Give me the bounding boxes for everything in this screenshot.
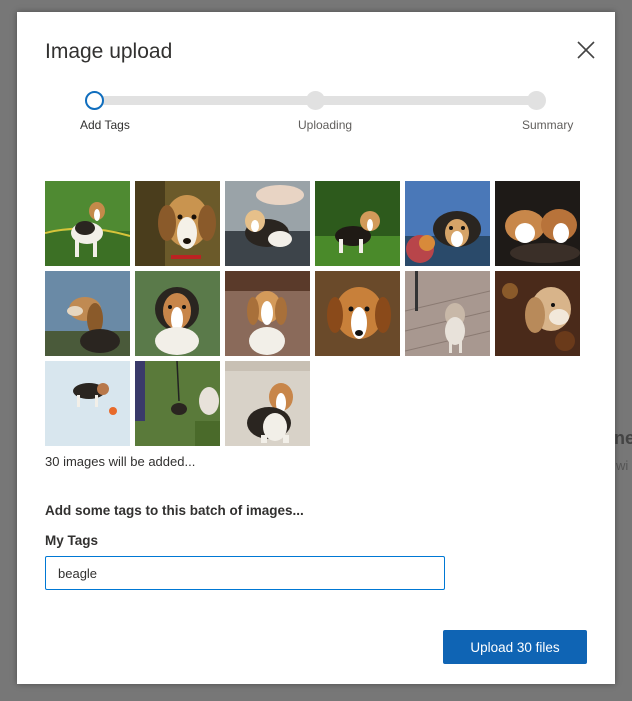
dog-photo-icon [135,271,220,356]
image-thumbnail[interactable] [225,181,310,266]
dialog-title: Image upload [45,40,173,63]
image-upload-dialog: Image upload Add Tags Uploading Summary [17,12,615,684]
tags-prompt: Add some tags to this batch of images... [45,503,304,518]
image-thumbnail[interactable] [315,181,400,266]
image-count-text: 30 images will be added... [45,454,196,469]
dog-photo-icon [495,181,580,266]
dog-photo-icon [135,181,220,266]
dog-photo-icon [45,181,130,266]
step-dot-uploading [306,91,325,110]
step-label-uploading: Uploading [298,118,353,132]
my-tags-label: My Tags [45,533,99,548]
background-heading-fragment: ne [614,428,632,448]
dog-photo-icon [405,181,490,266]
image-thumbnail[interactable] [45,271,130,356]
image-thumbnail[interactable] [495,181,580,266]
upload-files-button[interactable]: Upload 30 files [443,630,587,664]
dog-photo-icon [45,271,130,356]
image-thumbnail[interactable] [135,271,220,356]
close-button[interactable] [575,39,597,61]
step-label-summary: Summary [522,118,574,132]
dog-photo-icon [225,271,310,356]
dog-photo-icon [225,361,310,446]
dog-photo-icon [225,181,310,266]
image-thumbnail[interactable] [135,361,220,446]
step-label-add-tags: Add Tags [80,118,130,132]
dog-photo-icon [315,271,400,356]
image-thumbnail[interactable] [225,361,310,446]
dog-photo-icon [135,361,220,446]
dog-photo-icon [45,361,130,446]
image-thumbnail[interactable] [405,271,490,356]
tags-input[interactable] [45,556,445,590]
dog-photo-icon [405,271,490,356]
close-icon [577,41,595,59]
image-thumbnail[interactable] [45,181,130,266]
image-thumbnail[interactable] [225,271,310,356]
image-thumbnail[interactable] [495,271,580,356]
step-dot-add-tags [85,91,104,110]
dog-photo-icon [315,181,400,266]
background-text-fragment: wi [616,458,629,473]
image-thumbnail[interactable] [45,361,130,446]
image-thumbnail[interactable] [315,271,400,356]
image-thumbnail[interactable] [405,181,490,266]
step-dot-summary [527,91,546,110]
image-thumbnail[interactable] [135,181,220,266]
dog-photo-icon [495,271,580,356]
